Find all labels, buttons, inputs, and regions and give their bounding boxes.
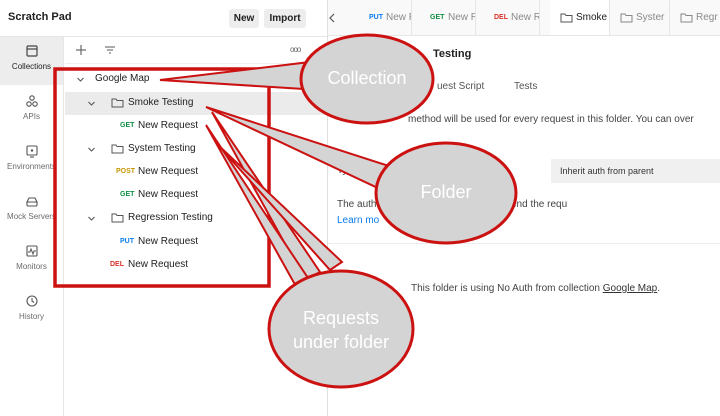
tab-title: New R	[448, 12, 476, 23]
auth-type-label: Ty	[337, 165, 348, 176]
tree-item-folder-system[interactable]: System Testing	[65, 138, 327, 161]
folder-icon	[560, 13, 573, 23]
method-badge: DEL	[494, 14, 508, 21]
folder-name: Regression Testing	[128, 212, 213, 223]
request-name: New Request	[128, 259, 189, 270]
method-badge: GET	[120, 122, 135, 129]
rail-item-label: Environments	[7, 162, 56, 171]
tree-toolbar: ooo	[65, 37, 327, 64]
tab-request[interactable]: DEL New R	[476, 0, 540, 35]
tab-folder-smoke[interactable]: Smoke	[550, 0, 610, 35]
request-name: New Request	[138, 236, 199, 247]
environments-icon	[25, 145, 38, 158]
method-badge: GET	[120, 191, 135, 198]
import-button[interactable]: Import	[264, 9, 306, 28]
tab-title: Smoke	[576, 12, 608, 23]
tree-item-request[interactable]: DEL New Request	[65, 254, 327, 277]
requests-callout-label-2: under folder	[292, 332, 390, 352]
filter-icon[interactable]	[104, 44, 116, 56]
rail-item-label: Monitors	[16, 262, 47, 271]
sidebar-header: Scratch Pad New Import	[0, 0, 327, 37]
workspace-title: Scratch Pad	[8, 11, 72, 23]
no-auth-text: This folder is using No Auth from collec…	[411, 283, 603, 294]
tree-item-request[interactable]: GET New Request	[65, 115, 327, 138]
collection-name: Google Map	[95, 73, 150, 84]
method-badge: PUT	[369, 14, 383, 21]
collection-tree: Google Map Smoke Testing GET New Request…	[65, 64, 327, 416]
monitors-icon	[25, 245, 38, 257]
folder-icon	[620, 13, 633, 23]
history-icon	[25, 295, 38, 307]
tab-pre-request-script[interactable]: uest Script	[437, 81, 484, 92]
folder-icon	[111, 98, 124, 108]
no-auth-suffix: .	[657, 283, 661, 294]
new-button[interactable]: New	[229, 9, 259, 28]
rail-item-history[interactable]: History	[0, 287, 63, 335]
auth-type-select[interactable]: Inherit auth from parent	[551, 159, 720, 183]
method-badge: DEL	[110, 261, 124, 268]
request-name: New Request	[138, 189, 199, 200]
rail-item-label: Collections	[11, 62, 52, 71]
folder-icon	[680, 13, 693, 23]
tab-request[interactable]: GET New R	[412, 0, 476, 35]
method-badge: PUT	[120, 238, 134, 245]
rail-item-monitors[interactable]: Monitors	[0, 237, 63, 285]
tab-title: New R	[511, 12, 540, 23]
folder-name: System Testing	[128, 143, 196, 154]
rail-item-environments[interactable]: Environments	[0, 137, 63, 185]
chevron-down-icon[interactable]	[87, 145, 96, 154]
divider	[328, 243, 720, 244]
chevron-down-icon[interactable]	[87, 214, 96, 223]
folder-callout-label: Folder	[420, 182, 472, 202]
rail-item-label: Mock Servers	[7, 212, 56, 221]
add-icon[interactable]	[75, 44, 87, 56]
tree-item-request[interactable]: PUT New Request	[65, 231, 327, 254]
tree-item-folder-regression[interactable]: Regression Testing	[65, 207, 327, 230]
chevron-left-icon[interactable]	[328, 13, 336, 23]
learn-more-link[interactable]: Learn mo	[337, 215, 379, 226]
tab-title: Regr	[696, 12, 718, 23]
rail-item-mock-servers[interactable]: Mock Servers	[0, 187, 63, 235]
chevron-down-icon[interactable]	[87, 99, 96, 108]
tree-item-request[interactable]: GET New Request	[65, 184, 327, 207]
tree-item-collection[interactable]: Google Map	[65, 68, 327, 91]
tab-tests[interactable]: Tests	[514, 81, 537, 92]
folder-icon	[111, 144, 124, 154]
rail-item-collections[interactable]: Collections	[0, 37, 63, 85]
tree-item-request[interactable]: POST New Request	[65, 161, 327, 184]
rail-item-label: History	[19, 312, 44, 321]
tab-bar: PUT New R GET New R DEL New R Smoke Syst…	[328, 0, 720, 36]
auth-description: method will be used for every request in…	[408, 114, 694, 125]
folder-icon	[111, 213, 124, 223]
tab-folder-regression[interactable]: Regr	[670, 0, 720, 35]
collection-link[interactable]: Google Map	[603, 283, 657, 294]
folder-name: Smoke Testing	[128, 97, 194, 108]
rail-item-label: APIs	[23, 112, 40, 121]
tab-request[interactable]: PUT New R	[350, 0, 412, 35]
rail-item-apis[interactable]: APIs	[0, 87, 63, 135]
tab-title: Syster	[636, 12, 665, 23]
mock-servers-icon	[25, 197, 38, 207]
page-title: Testing	[433, 48, 472, 60]
apis-icon	[25, 95, 38, 107]
sidebar-rail: Collections APIs Environments Mock Serve…	[0, 37, 64, 416]
more-options-icon[interactable]: ooo	[290, 45, 301, 54]
tree-item-folder-smoke[interactable]: Smoke Testing	[65, 92, 327, 115]
tab-folder-system[interactable]: Syster	[610, 0, 670, 35]
collection-callout-label: Collection	[327, 68, 407, 88]
collections-icon	[25, 45, 38, 57]
request-name: New Request	[138, 120, 199, 131]
method-badge: POST	[116, 168, 136, 175]
requests-callout-label-1: Requests	[302, 308, 380, 328]
tab-title: New R	[386, 12, 411, 23]
no-auth-note: This folder is using No Auth from collec…	[411, 283, 660, 294]
request-name: New Request	[138, 166, 199, 177]
chevron-down-icon[interactable]	[76, 75, 85, 84]
method-badge: GET	[430, 14, 445, 21]
